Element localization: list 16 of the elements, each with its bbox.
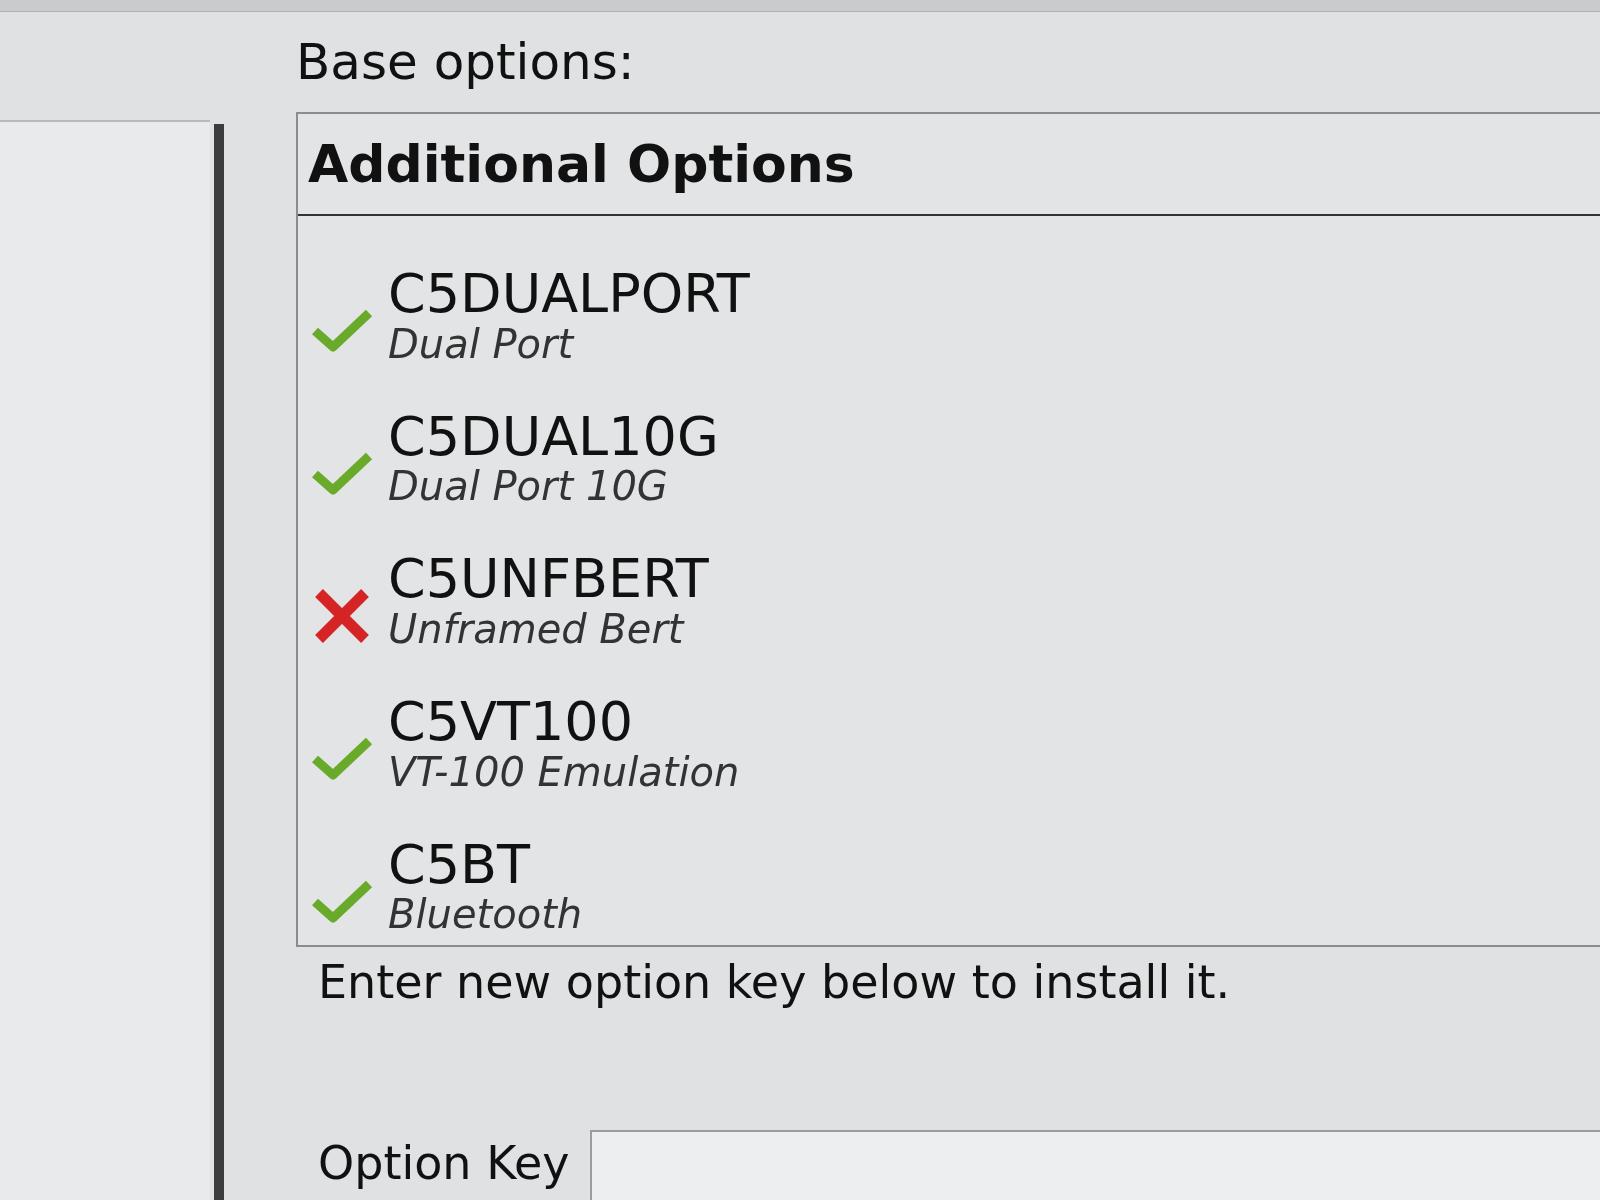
option-code: C5UNFBERT <box>388 551 709 609</box>
scrollbar[interactable] <box>214 124 224 1200</box>
option-code: C5VT100 <box>388 694 635 751</box>
option-code: C5DUAL10G <box>388 408 719 466</box>
field-label: Option Key <box>318 1135 570 1192</box>
option-key-field[interactable] <box>589 1130 1600 1200</box>
option-code: C5DUALPORT <box>388 266 750 323</box>
option-description: VT-100 Emulation <box>388 750 740 793</box>
panel-title: Additional Options <box>308 133 855 196</box>
option-description: Bluetooth <box>388 893 583 936</box>
option-description: Unframed Bert <box>388 608 686 651</box>
option-code: C5BT <box>388 836 532 894</box>
section-label: Base options: <box>296 31 635 93</box>
option-description: Dual Port <box>388 322 576 365</box>
option-description: Dual Port 10G <box>388 465 669 508</box>
instruction-text: Enter new option key below to install it. <box>318 953 1231 1011</box>
